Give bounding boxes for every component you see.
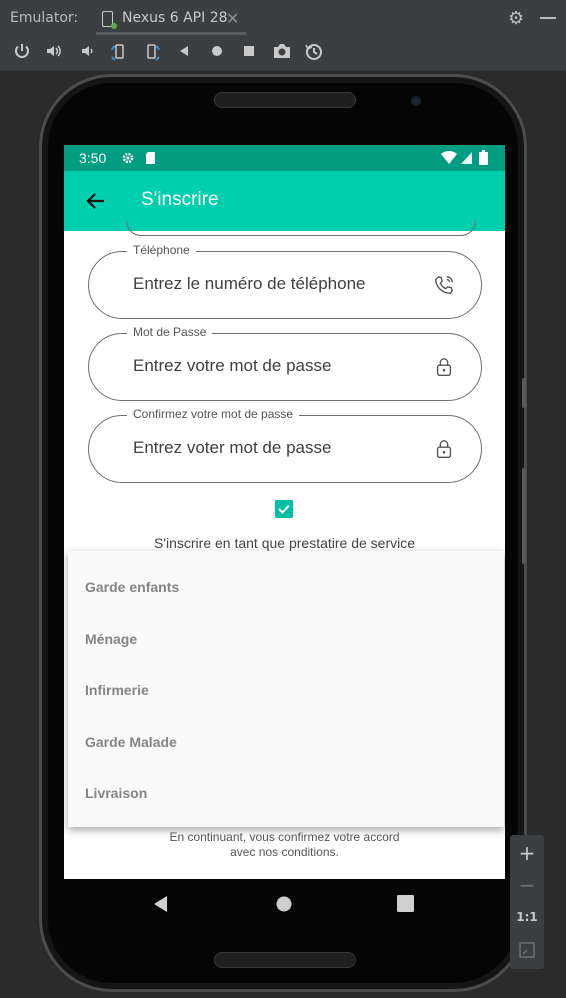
fit-screen-icon[interactable]	[510, 941, 544, 963]
back-arrow-icon[interactable]	[84, 189, 108, 213]
snapshot-icon[interactable]	[303, 42, 325, 64]
gear-icon[interactable]: ⚙	[508, 8, 524, 29]
menu-item-livraison[interactable]: Livraison	[85, 785, 147, 801]
back-icon[interactable]	[173, 42, 195, 64]
terms-line-2: avec nos conditions.	[230, 845, 339, 859]
page-title: S'inscrire	[141, 189, 219, 210]
device-tab-title: Nexus 6 API 28	[122, 10, 228, 26]
phone-input[interactable]	[133, 274, 413, 294]
menu-item-garde-enfants[interactable]: Garde enfants	[85, 579, 179, 595]
password-input[interactable]	[133, 356, 413, 376]
camera-icon[interactable]	[271, 42, 293, 64]
side-button-power[interactable]	[522, 378, 526, 408]
menu-item-garde-malade[interactable]: Garde Malade	[85, 734, 177, 750]
bottom-speaker	[214, 952, 356, 968]
emulator-titlebar: Emulator: Nexus 6 API 28 ✕ ⚙	[0, 0, 566, 36]
check-icon	[278, 504, 290, 514]
side-button-volume[interactable]	[522, 468, 526, 564]
android-nav-bar	[64, 879, 505, 929]
service-dropdown-menu: Garde enfants Ménage Infirmerie Garde Ma…	[68, 551, 504, 827]
status-time: 3:50	[79, 150, 107, 166]
nav-home-icon[interactable]	[275, 895, 293, 913]
phone-field-label: Téléphone	[127, 243, 196, 257]
settings-status-icon	[122, 152, 134, 164]
device-tab[interactable]: Nexus 6 API 28 ✕	[96, 2, 246, 35]
wifi-icon	[441, 151, 457, 164]
phone-icon	[435, 275, 454, 294]
confirm-password-field[interactable]: Confirmez votre mot de passe	[88, 407, 482, 483]
minimize-icon[interactable]	[540, 17, 556, 19]
zoom-controls: + − 1:1	[510, 835, 544, 969]
password-field-label: Mot de Passe	[127, 325, 213, 339]
rotate-left-icon[interactable]	[108, 42, 130, 64]
power-icon[interactable]	[11, 42, 33, 64]
phone-field[interactable]: Téléphone	[88, 243, 482, 319]
status-bar: 3:50	[64, 145, 505, 171]
top-speaker	[214, 92, 356, 108]
terms-footnote: En continuant, vous confirmez votre acco…	[64, 830, 505, 860]
zoom-one-to-one-button[interactable]: 1:1	[510, 910, 544, 924]
zoom-in-button[interactable]: +	[510, 841, 544, 865]
provider-checkbox-label: S'inscrire en tant que prestatire de ser…	[153, 535, 416, 551]
volume-down-icon[interactable]	[76, 42, 98, 64]
terms-line-1: En continuant, vous confirmez votre acco…	[169, 830, 400, 844]
front-camera	[411, 96, 421, 106]
emulator-toolbar	[0, 36, 566, 71]
previous-field-edge	[126, 221, 476, 236]
confirm-password-input[interactable]	[133, 438, 413, 458]
menu-item-menage[interactable]: Ménage	[85, 631, 137, 647]
cell-signal-icon	[461, 152, 472, 164]
zoom-out-button[interactable]: −	[510, 873, 544, 897]
overview-icon[interactable]	[238, 42, 260, 64]
home-icon[interactable]	[206, 42, 228, 64]
nav-back-icon[interactable]	[152, 895, 170, 913]
lock-icon	[436, 358, 452, 376]
provider-checkbox[interactable]	[275, 500, 293, 518]
phone-screen: 3:50 S'inscrire Téléphone Mot de Passe C…	[64, 145, 505, 879]
battery-icon	[479, 150, 488, 165]
password-field[interactable]: Mot de Passe	[88, 325, 482, 401]
nav-overview-icon[interactable]	[397, 895, 414, 912]
sd-card-status-icon	[146, 152, 155, 164]
volume-up-icon[interactable]	[43, 42, 65, 64]
phone-device-icon	[102, 11, 117, 29]
menu-item-infirmerie[interactable]: Infirmerie	[85, 682, 149, 698]
rotate-right-icon[interactable]	[141, 42, 163, 64]
emulator-label: Emulator:	[10, 10, 79, 26]
lock-icon	[436, 440, 452, 458]
confirm-password-field-label: Confirmez votre mot de passe	[127, 407, 300, 421]
close-tab-icon[interactable]: ✕	[226, 9, 239, 28]
